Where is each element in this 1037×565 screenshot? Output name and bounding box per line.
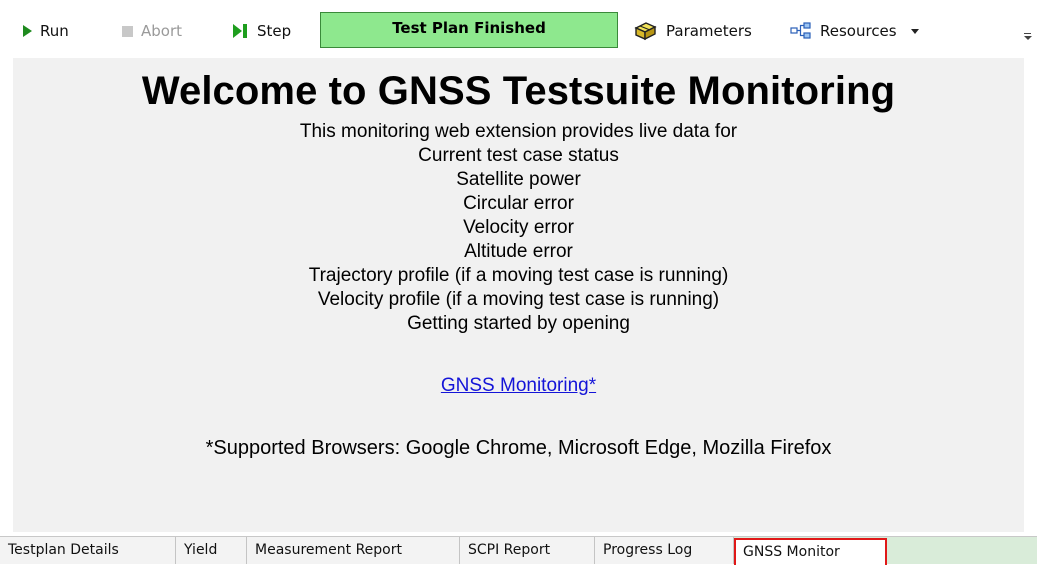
cube-icon	[634, 22, 657, 41]
toolbar: Run Abort Step Test Plan Finished Parame…	[0, 0, 1037, 58]
abort-button[interactable]: Abort	[122, 19, 182, 43]
resources-button[interactable]: Resources	[790, 19, 919, 43]
resources-label: Resources	[820, 22, 897, 40]
feature-item: Trajectory profile (if a moving test cas…	[308, 265, 729, 286]
network-icon	[790, 22, 811, 39]
tab-testplan-details[interactable]: Testplan Details	[0, 537, 176, 564]
step-label: Step	[257, 22, 292, 40]
feature-list: Current test case status Satellite power…	[13, 144, 1024, 312]
bottom-tab-strip: Testplan Details Yield Measurement Repor…	[0, 536, 1037, 565]
tab-measurement-report[interactable]: Measurement Report	[247, 537, 460, 564]
run-label: Run	[40, 22, 69, 40]
getting-started-text: Getting started by opening	[407, 313, 630, 334]
page-title: Welcome to GNSS Testsuite Monitoring	[141, 69, 896, 113]
test-plan-status: Test Plan Finished	[320, 12, 618, 48]
feature-item: Satellite power	[456, 169, 581, 190]
chevron-down-icon[interactable]	[910, 28, 919, 34]
tab-scpi-report[interactable]: SCPI Report	[460, 537, 595, 564]
run-button[interactable]: Run	[23, 19, 69, 43]
step-icon	[233, 24, 249, 38]
feature-item: Velocity error	[463, 217, 574, 238]
welcome-panel: Welcome to GNSS Testsuite Monitoring Thi…	[13, 58, 1024, 532]
tab-yield[interactable]: Yield	[176, 537, 247, 564]
tab-progress-log[interactable]: Progress Log	[595, 537, 734, 564]
intro-text: This monitoring web extension provides l…	[299, 121, 738, 142]
tab-gnss-monitor[interactable]: GNSS Monitor	[734, 538, 887, 565]
feature-item: Circular error	[463, 193, 574, 214]
toolbar-overflow-icon[interactable]	[1024, 33, 1032, 45]
step-button[interactable]: Step	[233, 19, 291, 43]
play-icon	[23, 25, 32, 37]
supported-browsers-note: *Supported Browsers: Google Chrome, Micr…	[205, 437, 832, 459]
parameters-button[interactable]: Parameters	[632, 19, 752, 43]
feature-item: Velocity profile (if a moving test case …	[317, 289, 720, 310]
stop-icon	[122, 25, 133, 37]
gnss-monitoring-link[interactable]: GNSS Monitoring*	[441, 374, 596, 398]
feature-item: Altitude error	[464, 241, 573, 262]
parameters-label: Parameters	[666, 22, 752, 40]
feature-item: Current test case status	[418, 145, 619, 166]
abort-label: Abort	[141, 22, 183, 40]
